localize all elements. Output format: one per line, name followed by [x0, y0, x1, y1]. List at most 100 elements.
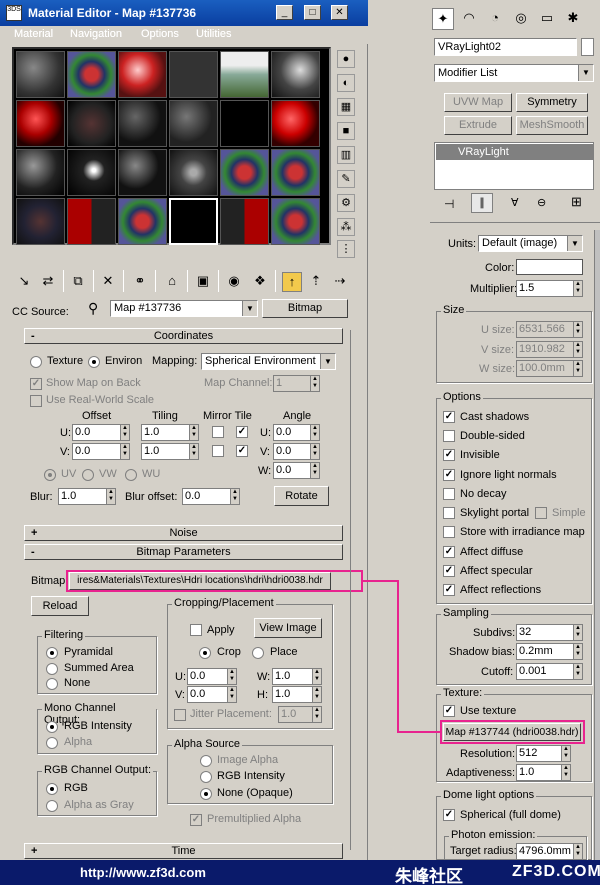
sample-slot[interactable]	[16, 100, 65, 147]
sample-slot[interactable]	[220, 198, 269, 245]
w-size-spinner[interactable]: 100.0mm ▲ ▼	[516, 360, 583, 377]
affect-specular-checkbox[interactable]: ✓	[443, 565, 455, 577]
put-to-library-icon[interactable]: ⌂	[162, 272, 182, 292]
sample-slot[interactable]	[67, 198, 116, 245]
double-sided-checkbox[interactable]	[443, 430, 455, 442]
material-effects-channel-icon[interactable]: ▣	[193, 272, 213, 292]
video-color-check-icon[interactable]: ▥	[337, 146, 355, 164]
u-angle-spinner[interactable]: 0.0 ▲ ▼	[273, 424, 320, 441]
w-angle-spinner[interactable]: 0.0 ▲ ▼	[273, 462, 320, 479]
pyramidal-radio[interactable]	[46, 647, 58, 659]
no-decay-checkbox[interactable]	[443, 488, 455, 500]
affect-diffuse-checkbox[interactable]: ✓	[443, 546, 455, 558]
v-size-spinner[interactable]: 1910.982 ▲ ▼	[516, 341, 583, 358]
uvw-map-button[interactable]: UVW Map	[444, 93, 512, 112]
sample-slot[interactable]	[16, 149, 65, 196]
mono-alpha-radio[interactable]	[46, 737, 58, 749]
pin-stack-icon[interactable]: ⊣	[444, 197, 454, 211]
premultiplied-alpha-checkbox[interactable]: ✓	[190, 814, 202, 826]
sample-slot[interactable]	[16, 198, 65, 245]
sample-slot[interactable]	[67, 100, 116, 147]
color-swatch[interactable]	[516, 259, 583, 275]
show-end-result-toggle-icon[interactable]: ∥	[471, 193, 493, 213]
none-filter-radio[interactable]	[46, 678, 58, 690]
sample-slot[interactable]	[118, 51, 167, 98]
crop-w-spinner[interactable]: 1.0 ▲ ▼	[272, 668, 322, 685]
extrude-button[interactable]: Extrude	[444, 116, 512, 135]
affect-reflections-checkbox[interactable]: ✓	[443, 584, 455, 596]
modify-tab-icon[interactable]: ◠	[458, 8, 480, 30]
blur-spinner[interactable]: 1.0 ▲ ▼	[58, 488, 116, 505]
sample-slot-active[interactable]	[169, 198, 218, 245]
sample-slot[interactable]	[169, 100, 218, 147]
u-size-spinner[interactable]: 6531.566 ▲ ▼	[516, 321, 583, 338]
map-channel-spinner[interactable]: 1 ▲ ▼	[273, 375, 320, 392]
v-tile-checkbox[interactable]: ✓	[236, 445, 248, 457]
put-to-scene-icon[interactable]: ⇄	[38, 272, 58, 292]
wu-radio[interactable]	[125, 469, 137, 481]
units-dropdown[interactable]: Default (image) ▼	[478, 235, 583, 252]
v-offset-spinner[interactable]: 0.0 ▲ ▼	[72, 443, 130, 460]
map-type-button[interactable]: Bitmap	[262, 299, 348, 318]
reload-button[interactable]: Reload	[31, 596, 89, 616]
simple-checkbox[interactable]	[535, 507, 547, 519]
skylight-portal-checkbox[interactable]	[443, 507, 455, 519]
show-end-result-icon[interactable]: ❖	[250, 272, 270, 292]
sample-slot[interactable]	[118, 149, 167, 196]
show-map-in-viewport-icon[interactable]: ◉	[224, 272, 244, 292]
spherical-full-dome-checkbox[interactable]: ✓	[443, 809, 455, 821]
map-name-dropdown[interactable]: Map #137736 ▼	[110, 300, 258, 317]
resolution-spinner[interactable]: 512 ▲ ▼	[516, 745, 571, 762]
sample-slot[interactable]	[16, 51, 65, 98]
target-radius-spinner[interactable]: 4796.0mm ▲ ▼	[516, 843, 583, 860]
sample-slots[interactable]	[12, 47, 331, 245]
ignore-light-normals-checkbox[interactable]: ✓	[443, 469, 455, 481]
object-name-field[interactable]: VRayLight02	[434, 38, 577, 56]
time-rollout-header[interactable]: + Time	[24, 843, 343, 859]
rotate-button[interactable]: Rotate	[274, 486, 329, 506]
editor-scrollbar[interactable]	[350, 330, 360, 850]
create-tab-icon[interactable]: ✦	[432, 8, 454, 30]
alpha-rgb-intensity-radio[interactable]	[200, 771, 212, 783]
sample-slot[interactable]	[169, 51, 218, 98]
mono-rgb-intensity-radio[interactable]	[46, 721, 58, 733]
alpha-as-gray-radio[interactable]	[46, 800, 58, 812]
material-map-navigator-icon[interactable]: ⋮	[337, 240, 355, 258]
display-tab-icon[interactable]: ▭	[536, 8, 558, 30]
delete-icon[interactable]: ✕	[98, 272, 118, 292]
bitmap-parameters-rollout-header[interactable]: - Bitmap Parameters	[24, 544, 343, 560]
apply-checkbox[interactable]	[190, 624, 202, 636]
none-opaque-radio[interactable]	[200, 788, 212, 800]
summed-area-radio[interactable]	[46, 663, 58, 675]
footer-url[interactable]: http://www.zf3d.com	[80, 865, 206, 880]
use-texture-checkbox[interactable]: ✓	[443, 705, 455, 717]
crop-radio[interactable]	[199, 647, 211, 659]
crop-u-spinner[interactable]: 0.0 ▲ ▼	[187, 668, 237, 685]
sample-type-icon[interactable]: ●	[337, 50, 355, 68]
v-angle-spinner[interactable]: 0.0 ▲ ▼	[273, 443, 320, 460]
sample-slot[interactable]	[67, 149, 116, 196]
sample-slot[interactable]	[220, 149, 269, 196]
u-tiling-spinner[interactable]: 1.0 ▲ ▼	[141, 424, 199, 441]
uv-tiling-icon[interactable]: ■	[337, 122, 355, 140]
minimize-button[interactable]: _	[276, 5, 293, 20]
vw-radio[interactable]	[82, 469, 94, 481]
sample-slot[interactable]	[271, 149, 320, 196]
environ-radio[interactable]	[88, 356, 100, 368]
sample-slot[interactable]	[271, 100, 320, 147]
go-to-parent-icon[interactable]: ↑	[282, 272, 302, 292]
go-forward-to-sibling-icon[interactable]: ⇡	[306, 272, 326, 292]
background-icon[interactable]: ▦	[337, 98, 355, 116]
stack-item-vraylight[interactable]: VRayLight	[436, 144, 594, 160]
motion-tab-icon[interactable]: ◎	[510, 8, 532, 30]
u-offset-spinner[interactable]: 0.0 ▲ ▼	[72, 424, 130, 441]
sibling-icon[interactable]: ⇢	[330, 272, 350, 292]
get-material-icon[interactable]: ↘	[14, 272, 34, 292]
adaptiveness-spinner[interactable]: 1.0 ▲ ▼	[516, 764, 571, 781]
panel-scrollbar[interactable]	[594, 230, 600, 860]
subdivs-spinner[interactable]: 32 ▲ ▼	[516, 624, 583, 641]
sample-slot[interactable]	[220, 100, 269, 147]
title-bar[interactable]: 3DS Material Editor - Map #137736 _ □ ✕	[0, 0, 368, 26]
use-real-world-scale-checkbox[interactable]	[30, 395, 42, 407]
utilities-tab-icon[interactable]: ✱	[562, 8, 584, 30]
